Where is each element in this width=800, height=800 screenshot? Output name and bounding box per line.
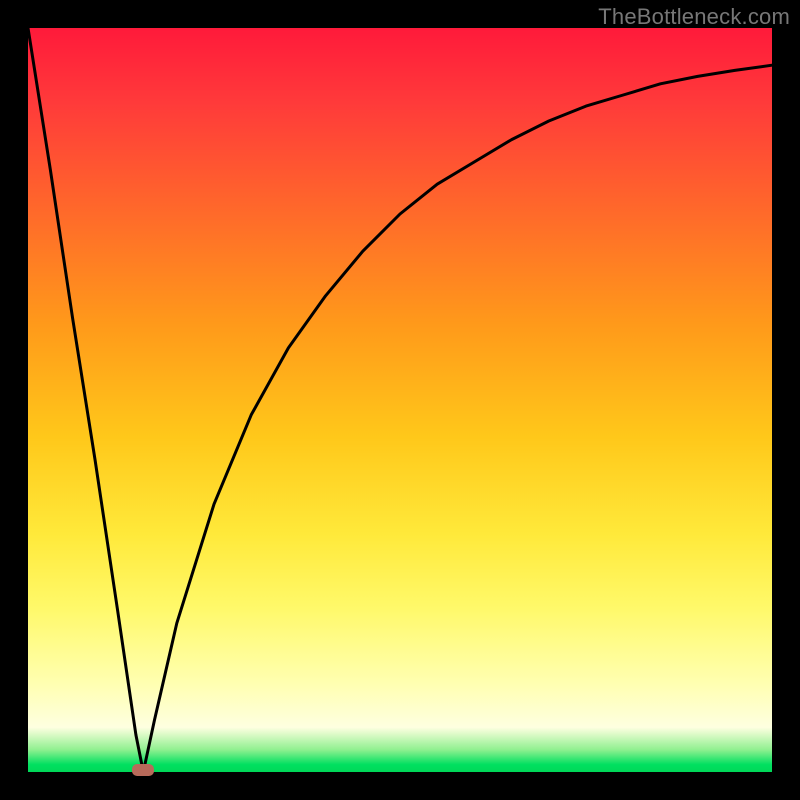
chart-plot-area [28,28,772,772]
curve-right-branch [143,65,772,772]
optimum-marker [132,764,154,776]
curve-left-branch [28,28,143,772]
bottleneck-curve [28,28,772,772]
watermark-text: TheBottleneck.com [598,4,790,30]
